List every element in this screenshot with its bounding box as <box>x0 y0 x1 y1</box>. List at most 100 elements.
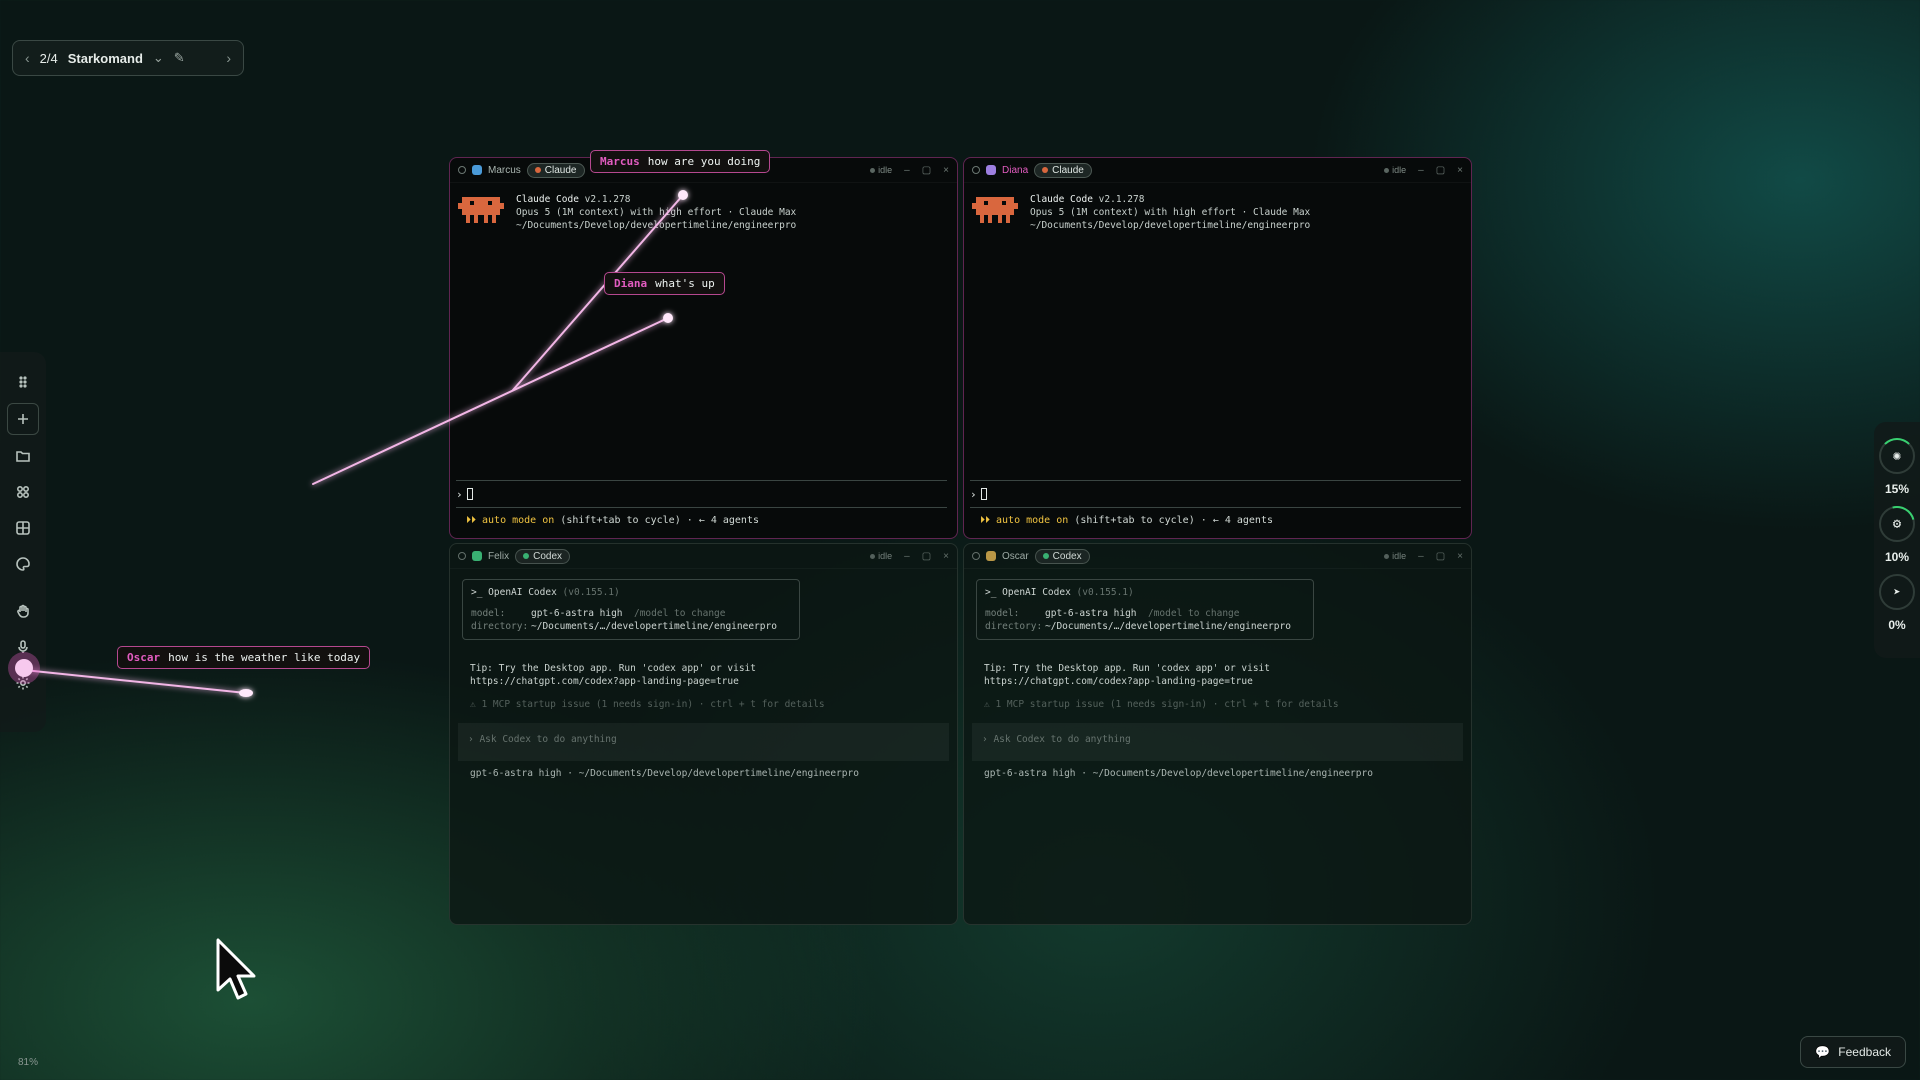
codex-icon <box>523 553 530 559</box>
pane-select-icon[interactable] <box>972 552 980 560</box>
maximize-icon[interactable]: ▢ <box>922 551 931 562</box>
chat-bubble-diana: Diana what's up <box>604 272 725 295</box>
drag-handle-icon[interactable] <box>8 367 38 397</box>
agent-name: Marcus <box>488 164 521 176</box>
agent-type-label: Claude <box>544 164 577 176</box>
pane-select-icon[interactable] <box>972 166 980 174</box>
settings-icon[interactable] <box>8 668 38 698</box>
agent-avatar-icon <box>472 551 482 561</box>
minimize-icon[interactable]: – <box>1418 551 1424 562</box>
pane-header[interactable]: Diana Claude idle – ▢ × <box>964 158 1471 183</box>
codex-prompt-input[interactable]: › Ask Codex to do anything <box>972 723 1463 761</box>
terminal-output[interactable]: Claude Code v2.1.278 Opus 5 (1M context)… <box>964 183 1471 242</box>
status-label: idle <box>1392 551 1407 561</box>
minimize-icon[interactable]: – <box>904 165 910 176</box>
working-dir: ~/Documents/Develop/developertimeline/en… <box>1030 220 1311 231</box>
codex-version: (v0.155.1) <box>562 587 620 598</box>
terminal-pane-oscar[interactable]: Oscar Codex idle – ▢ × >_ OpenAI Codex (… <box>963 543 1472 925</box>
model-value: gpt-6-astra high <box>1045 608 1137 619</box>
agent-avatar-icon <box>986 165 996 175</box>
hand-tool-icon[interactable] <box>8 596 38 626</box>
claude-mascot-icon <box>458 197 504 223</box>
next-workspace-icon[interactable]: › <box>226 50 231 66</box>
prompt-input[interactable]: › <box>970 480 1461 508</box>
maximize-icon[interactable]: ▢ <box>922 165 931 176</box>
model-value: gpt-6-astra high <box>531 608 623 619</box>
terminal-output[interactable]: >_ OpenAI Codex (v0.155.1) model: gpt-6-a… <box>964 569 1471 790</box>
mcp-warning: ⚠ 1 MCP startup issue (1 needs sign-in) … <box>984 699 1339 710</box>
codex-info-box: >_ OpenAI Codex (v0.155.1) model: gpt-6-a… <box>462 579 800 640</box>
app-version: v2.1.278 <box>1098 194 1145 205</box>
model-key: model: <box>985 608 1020 619</box>
agent-type-badge: Claude <box>526 162 585 178</box>
memory-stat: ⚙ 10% <box>1872 499 1920 564</box>
auto-mode-label: ⏵⏵ auto mode on <box>466 515 555 526</box>
close-icon[interactable]: × <box>943 551 949 562</box>
terminal-output[interactable]: Claude Code v2.1.278 Opus 5 (1M context)… <box>450 183 957 242</box>
model-info: Opus 5 (1M context) with high effort · C… <box>516 207 797 218</box>
close-icon[interactable]: × <box>1457 551 1463 562</box>
agents-icon[interactable] <box>8 477 38 507</box>
close-icon[interactable]: × <box>943 165 949 176</box>
agent-avatar-icon <box>986 551 996 561</box>
model-key: model: <box>471 608 506 619</box>
codex-prompt-input[interactable]: › Ask Codex to do anything <box>458 723 949 761</box>
workspace-position: 2/4 <box>39 50 58 66</box>
prev-workspace-icon[interactable]: ‹ <box>25 50 30 66</box>
auto-mode-hint: (shift+tab to cycle) · ← 4 agents <box>560 515 759 526</box>
bubble-text: how are you doing <box>647 155 761 168</box>
close-icon[interactable]: × <box>1457 165 1463 176</box>
terminal-pane-diana[interactable]: Diana Claude idle – ▢ × Claude Code v2.1… <box>963 157 1472 539</box>
agent-name: Felix <box>488 550 510 562</box>
tip-line-2[interactable]: https://chatgpt.com/codex?app-landing-pa… <box>984 675 1463 688</box>
agent-type-badge: Claude <box>1034 162 1092 178</box>
cpu-icon: ✺ <box>1879 438 1915 474</box>
working-dir: ~/Documents/Develop/developertimeline/en… <box>516 220 797 231</box>
claude-icon <box>534 167 541 173</box>
feedback-icon: 💬 <box>1815 1045 1831 1059</box>
agent-type-label: Codex <box>533 550 563 562</box>
prompt-symbol: › <box>456 487 463 501</box>
terminal-pane-felix[interactable]: Felix Codex idle – ▢ × >_ OpenAI Codex (… <box>449 543 958 925</box>
memory-percent: 10% <box>1884 550 1910 564</box>
edit-icon[interactable]: ✎ <box>174 50 185 66</box>
model-info: Opus 5 (1M context) with high effort · C… <box>1030 207 1311 218</box>
terminal-output[interactable]: >_ OpenAI Codex (v0.155.1) model: gpt-6-a… <box>450 569 957 790</box>
maximize-icon[interactable]: ▢ <box>1436 165 1445 176</box>
mcp-warning: ⚠ 1 MCP startup issue (1 needs sign-in) … <box>470 699 825 710</box>
pane-header[interactable]: Oscar Codex idle – ▢ × <box>964 544 1471 569</box>
grid-layout-icon[interactable] <box>8 513 38 543</box>
status-label: idle <box>1392 165 1407 175</box>
add-icon[interactable] <box>7 403 39 435</box>
workspace-name[interactable]: Starkomand <box>68 51 143 66</box>
pane-select-icon[interactable] <box>458 166 466 174</box>
prompt-input[interactable]: › <box>456 480 947 508</box>
directory-value: ~/Documents/…/developertimeline/engineer… <box>531 621 777 632</box>
status-indicator: idle <box>870 551 892 561</box>
codex-title: >_ OpenAI Codex <box>471 587 557 598</box>
bubble-sender: Oscar <box>127 651 161 664</box>
maximize-icon[interactable]: ▢ <box>1436 551 1445 562</box>
chat-bubble-marcus: Marcus how are you doing <box>590 150 771 173</box>
feedback-button[interactable]: 💬 Feedback <box>1800 1036 1906 1068</box>
workspace-switcher[interactable]: ‹ 2/4 Starkomand ⌄ ✎ › <box>12 40 244 76</box>
chevron-down-icon[interactable]: ⌄ <box>153 50 164 66</box>
minimize-icon[interactable]: – <box>1418 165 1424 176</box>
pane-select-icon[interactable] <box>458 552 466 560</box>
agent-avatar-icon <box>472 165 482 175</box>
connector-end-oscar <box>239 689 253 697</box>
folder-icon[interactable] <box>8 441 38 471</box>
minimize-icon[interactable]: – <box>904 551 910 562</box>
codex-footer: gpt-6-astra high · ~/Documents/Develop/d… <box>470 768 859 779</box>
mouse-pointer-icon <box>216 938 256 1000</box>
codex-version: (v0.155.1) <box>1076 587 1134 598</box>
pointer-stat: ➤ 0% <box>1879 574 1915 632</box>
terminal-pane-marcus[interactable]: Marcus Claude idle – ▢ × Claude Code v2.… <box>449 157 958 539</box>
palette-icon[interactable] <box>8 549 38 579</box>
pane-header[interactable]: Felix Codex idle – ▢ × <box>450 544 957 569</box>
tip-line-1: Tip: Try the Desktop app. Run 'codex app… <box>470 663 756 674</box>
agent-name: Diana <box>1002 164 1029 176</box>
auto-mode-status: ⏵⏵ auto mode on (shift+tab to cycle) · ←… <box>980 515 1273 526</box>
microphone-icon[interactable] <box>8 632 38 662</box>
tip-line-2[interactable]: https://chatgpt.com/codex?app-landing-pa… <box>470 675 949 688</box>
